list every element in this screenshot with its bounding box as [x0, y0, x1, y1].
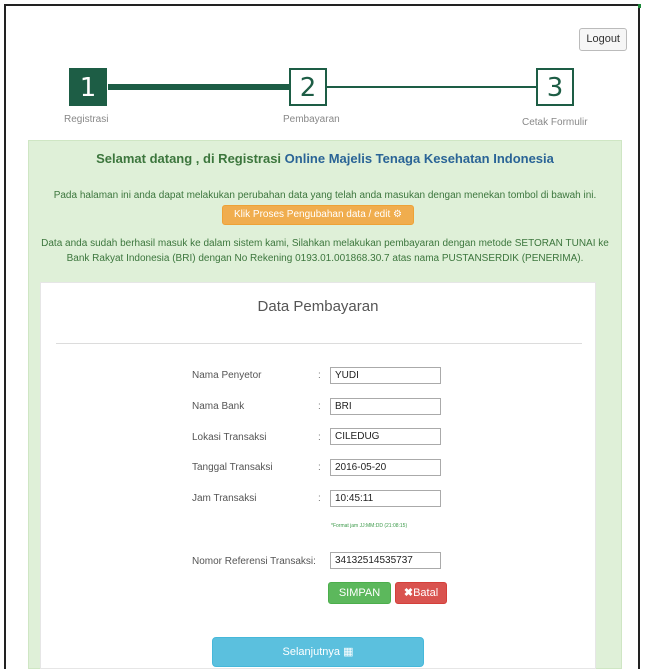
- bank-name-label: Nama Bank: [192, 401, 245, 412]
- transaction-location-input[interactable]: [330, 428, 441, 445]
- table-icon: ▦: [343, 646, 354, 658]
- field-colon: :: [318, 370, 321, 381]
- transaction-date-input[interactable]: [330, 459, 441, 476]
- step-2-badge: 2: [289, 68, 327, 106]
- reference-number-label: Nomor Referensi Transaksi:: [192, 556, 316, 567]
- step-3-label: Cetak Formulir: [522, 117, 588, 128]
- welcome-prefix: Selamat datang , di Registrasi: [96, 151, 285, 166]
- bank-name-input[interactable]: [330, 398, 441, 415]
- welcome-heading: Selamat datang , di Registrasi Online Ma…: [28, 151, 622, 166]
- payment-card: [40, 282, 596, 669]
- edit-info-text: Pada halaman ini anda dapat melakukan pe…: [53, 190, 597, 201]
- close-icon: ✖: [403, 587, 414, 599]
- save-button[interactable]: SIMPAN: [328, 582, 391, 604]
- next-button-label: Selanjutnya: [282, 646, 341, 658]
- field-colon: :: [318, 462, 321, 473]
- next-button[interactable]: Selanjutnya ▦: [212, 637, 424, 667]
- logout-button[interactable]: Logout: [579, 28, 627, 51]
- edit-data-button[interactable]: Klik Proses Pengubahan data / edit ⚙: [222, 205, 414, 225]
- card-divider: [56, 343, 582, 344]
- step-3-badge: 3: [536, 68, 574, 106]
- transaction-location-label: Lokasi Transaksi: [192, 432, 267, 443]
- settings-icon: ⚙: [393, 209, 402, 220]
- edit-button-label: Klik Proses Pengubahan data / edit: [234, 209, 391, 220]
- transaction-date-label: Tanggal Transaksi: [192, 462, 273, 473]
- field-colon: :: [318, 401, 321, 412]
- time-format-hint: *Format jam JJ:MM:DD (21:08:15): [331, 523, 408, 529]
- step-1-label: Registrasi: [64, 114, 109, 125]
- field-colon: :: [318, 493, 321, 504]
- payment-info-text: Data anda sudah berhasil masuk ke dalam …: [41, 238, 609, 264]
- cancel-button[interactable]: ✖Batal: [395, 582, 447, 604]
- reference-number-input[interactable]: [330, 552, 441, 569]
- corner-mark: [638, 4, 641, 8]
- welcome-highlight: Online Majelis Tenaga Kesehatan Indonesi…: [284, 151, 554, 166]
- cancel-button-label: Batal: [413, 587, 439, 599]
- depositor-name-input[interactable]: [330, 367, 441, 384]
- field-colon: :: [318, 432, 321, 443]
- stepper-line-completed: [108, 84, 290, 90]
- transaction-time-label: Jam Transaksi: [192, 493, 257, 504]
- card-title: Data Pembayaran: [257, 298, 379, 315]
- step-2-label: Pembayaran: [283, 114, 340, 125]
- depositor-name-label: Nama Penyetor: [192, 370, 262, 381]
- stepper-line-pending: [325, 86, 537, 88]
- transaction-time-input[interactable]: [330, 490, 441, 507]
- step-1-badge: 1: [69, 68, 107, 106]
